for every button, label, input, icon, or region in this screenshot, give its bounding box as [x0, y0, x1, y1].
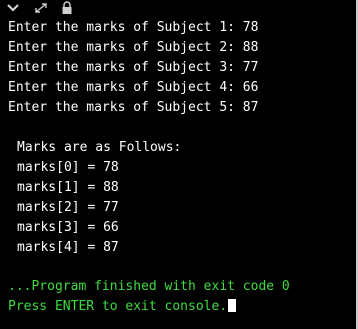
console-line: Enter the marks of Subject 4: 66: [8, 80, 259, 95]
console-line: Enter the marks of Subject 2: 88: [8, 40, 259, 55]
chevron-down-icon[interactable]: [6, 0, 20, 16]
output-row: marks[3] = 66: [17, 220, 119, 235]
exit-status-message: ...Program finished with exit code 0: [8, 279, 290, 294]
output-row: marks[0] = 78: [17, 160, 119, 175]
expand-icon[interactable]: [32, 0, 50, 16]
output-row: marks[1] = 88: [17, 180, 119, 195]
output-row: marks[4] = 87: [17, 240, 119, 255]
text-cursor: [228, 299, 237, 312]
lock-icon[interactable]: [60, 0, 74, 16]
console-line: Enter the marks of Subject 5: 87: [8, 100, 259, 115]
exit-prompt: Press ENTER to exit console.: [8, 299, 228, 314]
exit-prompt-line: Press ENTER to exit console.: [8, 297, 237, 317]
console-line: Enter the marks of Subject 3: 77: [8, 60, 259, 75]
output-row: marks[2] = 77: [17, 200, 119, 215]
console-toolbar: [0, 0, 358, 16]
output-heading: Marks are as Follows:: [17, 140, 182, 155]
console-output[interactable]: Enter the marks of Subject 1: 78 Enter t…: [0, 0, 358, 329]
console-line: Enter the marks of Subject 1: 78: [8, 20, 259, 35]
